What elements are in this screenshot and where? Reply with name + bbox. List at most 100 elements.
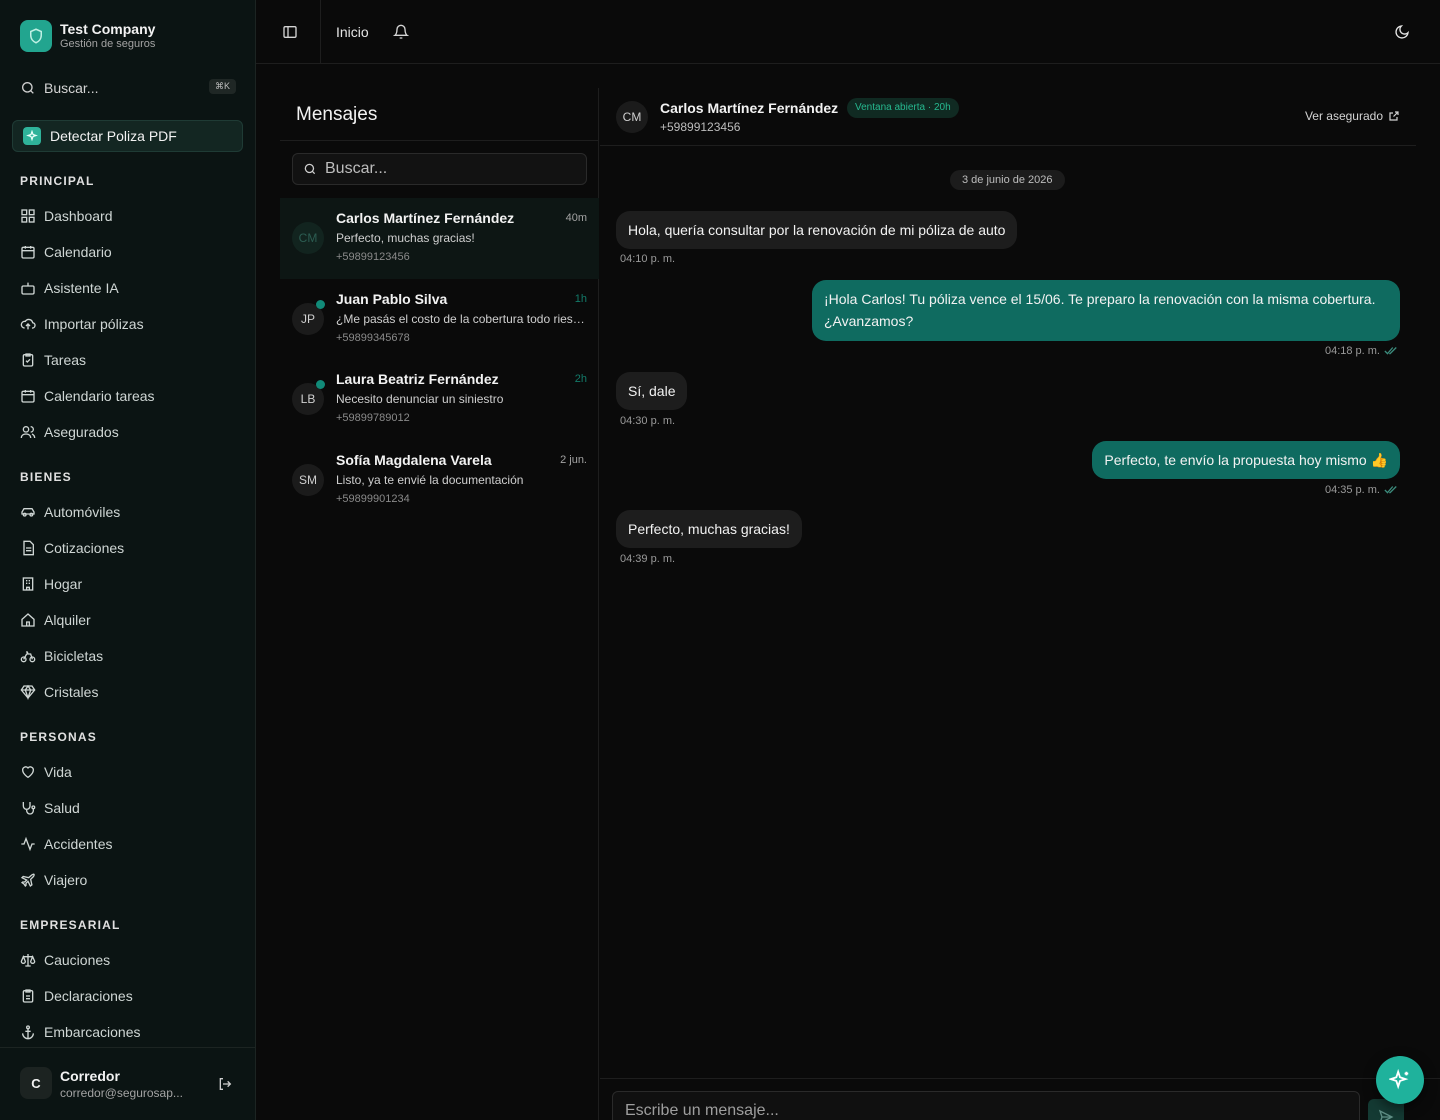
sidebar-item-cotizaciones[interactable]: Cotizaciones — [20, 536, 240, 560]
sidebar-item-label: Salud — [44, 800, 80, 816]
sparkles-icon — [23, 127, 41, 145]
anchor-icon — [20, 1024, 36, 1040]
contact-name: Sofía Magdalena Varela — [336, 452, 492, 468]
search-placeholder: Buscar... — [325, 160, 388, 177]
gem-icon — [20, 684, 36, 700]
sidebar-item-importar[interactable]: Importar pólizas — [20, 312, 240, 336]
conversation-item[interactable]: CM Carlos Martínez Fernández 40m Perfect… — [280, 198, 599, 279]
message-preview: Listo, ya te envié la documentación — [336, 473, 524, 487]
user-menu[interactable]: C Corredor corredor@segurosap... — [0, 1047, 255, 1120]
top-bar: Inicio — [256, 0, 1440, 64]
conversation-search-input[interactable]: Buscar... — [292, 153, 587, 185]
sidebar-item-asistente[interactable]: Asistente IA — [20, 276, 240, 300]
conversation-time: 2h — [574, 373, 587, 385]
clipboard-check-icon — [20, 352, 36, 368]
clipboard-icon — [20, 988, 36, 1004]
sidebar-item-cauciones[interactable]: Cauciones — [20, 948, 240, 972]
contact-phone: +59899345678 — [336, 332, 410, 344]
conversation-item[interactable]: SM Sofía Magdalena Varela 2 jun. Listo, … — [280, 440, 599, 521]
sidebar-item-asegurados[interactable]: Asegurados — [20, 420, 240, 444]
sidebar-item-label: Cauciones — [44, 952, 111, 968]
moon-icon[interactable] — [1394, 24, 1410, 40]
sidebar-item-label: Dashboard — [44, 208, 113, 224]
user-email: corredor@segurosap... — [60, 1086, 183, 1100]
sidebar-item-label: Calendario tareas — [44, 388, 155, 404]
message-time-label: 04:18 p. m. — [1324, 345, 1380, 357]
message-preview: Necesito denunciar un siniestro — [336, 392, 504, 406]
sidebar-item-bicicletas[interactable]: Bicicletas — [20, 644, 240, 668]
calendar-icon — [20, 244, 36, 260]
home-icon — [20, 612, 36, 628]
sidebar-item-label: Declaraciones — [44, 988, 133, 1004]
sidebar-item-label: Alquiler — [44, 612, 91, 628]
sidebar-item-vida[interactable]: Vida — [20, 760, 240, 784]
message-composer: Escribe un mensaje... — [600, 1078, 1440, 1120]
conversation-item[interactable]: JP Juan Pablo Silva 1h ¿Me pasás el cost… — [280, 279, 599, 360]
chat-contact-name: Carlos Martínez Fernández — [660, 100, 839, 116]
avatar: C — [20, 1067, 52, 1099]
building-icon — [20, 576, 36, 592]
chat-header: CM Carlos Martínez Fernández Ventana abi… — [600, 88, 1416, 146]
sidebar-search[interactable]: Buscar... ⌘K — [20, 78, 236, 98]
conversation-time: 1h — [574, 293, 587, 305]
sidebar-item-calendario[interactable]: Calendario — [20, 240, 240, 264]
section-empresarial: EMPRESARIAL — [20, 918, 121, 932]
sidebar-item-label: Asegurados — [44, 424, 119, 440]
avatar: CM — [616, 101, 648, 133]
sidebar-item-calendario-tareas[interactable]: Calendario tareas — [20, 384, 240, 408]
sidebar-item-cristales[interactable]: Cristales — [20, 680, 240, 704]
sidebar: Test Company Gestión de seguros Buscar..… — [0, 0, 256, 1120]
header-divider — [320, 0, 321, 64]
unread-indicator — [316, 380, 325, 389]
detect-policy-button[interactable]: Detectar Poliza PDF — [12, 120, 243, 152]
file-text-icon — [20, 540, 36, 556]
bike-icon — [20, 648, 36, 664]
section-bienes: BIENES — [20, 470, 72, 484]
sidebar-item-automoviles[interactable]: Automóviles — [20, 500, 240, 524]
bot-icon — [20, 280, 36, 296]
conversation-time: 2 jun. — [560, 454, 587, 466]
sidebar-item-dashboard[interactable]: Dashboard — [20, 204, 240, 228]
message-time: 04:35 p. m. — [1325, 484, 1398, 496]
logout-icon[interactable] — [217, 1076, 233, 1092]
sidebar-item-label: Viajero — [44, 872, 88, 888]
contact-phone: +59899123456 — [336, 251, 410, 263]
sidebar-item-embarcaciones[interactable]: Embarcaciones — [20, 1020, 240, 1044]
contact-name: Laura Beatriz Fernández — [336, 371, 499, 387]
sidebar-item-declaraciones[interactable]: Declaraciones — [20, 984, 240, 1008]
users-icon — [20, 424, 36, 440]
breadcrumb[interactable]: Inicio — [336, 24, 369, 40]
scale-icon — [20, 952, 36, 968]
ai-assistant-button[interactable] — [1376, 1056, 1424, 1104]
status-badge: Ventana abierta · 20h — [847, 98, 959, 118]
conversation-list: Mensajes Buscar... CM Carlos Martínez Fe… — [280, 88, 599, 1120]
user-name: Corredor — [60, 1068, 120, 1084]
double-check-icon — [1384, 346, 1398, 356]
conversation-item[interactable]: LB Laura Beatriz Fernández 2h Necesito d… — [280, 359, 599, 440]
sidebar-item-salud[interactable]: Salud — [20, 796, 240, 820]
avatar: CM — [292, 222, 324, 254]
sidebar-item-label: Calendario — [44, 244, 112, 260]
message-line: ¡Hola Carlos! Tu póliza vence el 15/06. … — [824, 291, 1376, 307]
message-incoming: Perfecto, muchas gracias! — [616, 510, 802, 548]
sidebar-item-viajero[interactable]: Viajero — [20, 868, 240, 892]
message-outgoing: Perfecto, te envío la propuesta hoy mism… — [1092, 441, 1400, 479]
sidebar-item-hogar[interactable]: Hogar — [20, 572, 240, 596]
brand[interactable]: Test Company Gestión de seguros — [20, 20, 155, 52]
message-input[interactable]: Escribe un mensaje... — [612, 1091, 1360, 1120]
section-principal: PRINCIPAL — [20, 174, 95, 188]
cloud-upload-icon — [20, 316, 36, 332]
message-time-label: 04:39 p. m. — [620, 553, 676, 565]
contact-phone: +59899789012 — [336, 412, 410, 424]
sidebar-toggle-icon[interactable] — [282, 24, 298, 40]
sidebar-item-alquiler[interactable]: Alquiler — [20, 608, 240, 632]
bell-icon[interactable] — [393, 24, 409, 40]
sidebar-item-tareas[interactable]: Tareas — [20, 348, 240, 372]
calendar-icon — [20, 388, 36, 404]
sidebar-item-accidentes[interactable]: Accidentes — [20, 832, 240, 856]
sidebar-item-label: Embarcaciones — [44, 1024, 141, 1040]
view-insured-link[interactable]: Ver asegurado — [1305, 109, 1400, 123]
sidebar-item-label: Asistente IA — [44, 280, 119, 296]
sidebar-search-label: Buscar... — [44, 80, 99, 96]
grid-icon — [20, 208, 36, 224]
